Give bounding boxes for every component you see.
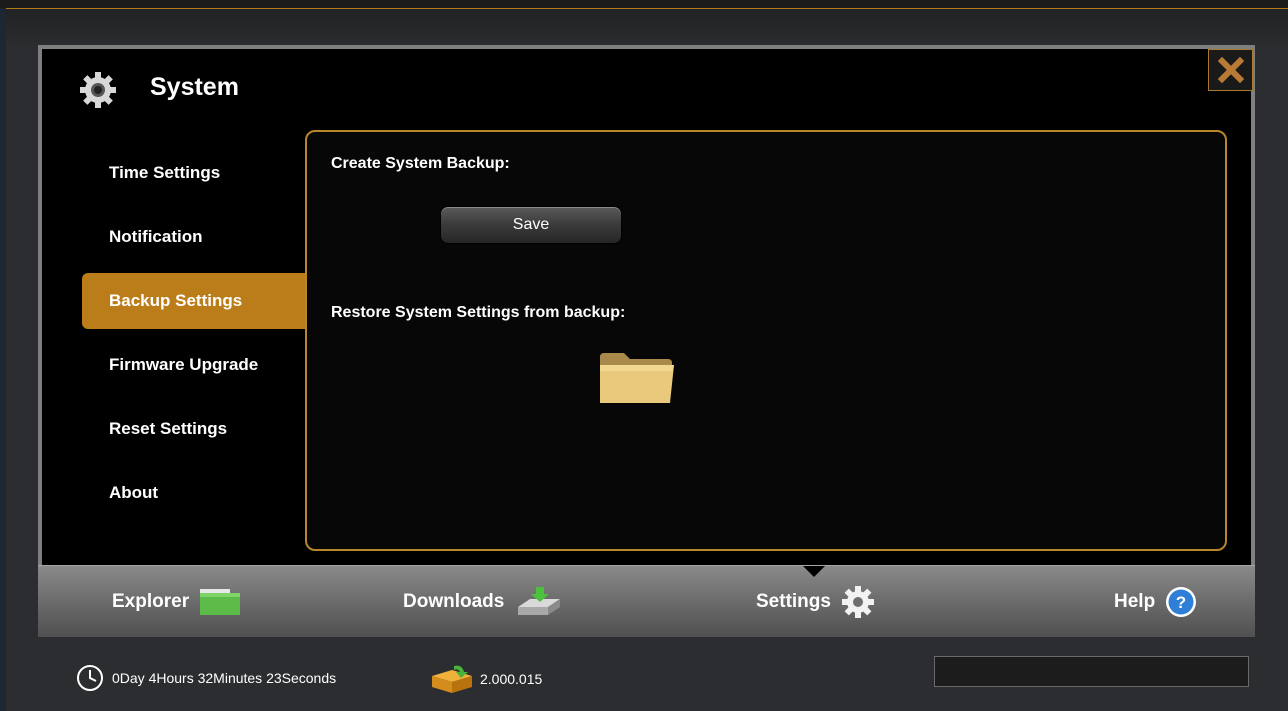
save-button[interactable]: Save	[440, 206, 622, 244]
progress-bar	[934, 656, 1249, 687]
close-button[interactable]	[1208, 49, 1253, 91]
version-text: 2.000.015	[480, 671, 543, 687]
toolbar-downloads-label: Downloads	[403, 591, 505, 612]
toolbar-explorer[interactable]: Explorer	[112, 584, 241, 620]
restore-label: Restore System Settings from backup:	[331, 304, 626, 321]
sidebar-item-about[interactable]: About	[82, 465, 306, 521]
gear-icon	[841, 586, 874, 618]
toolbar-settings-label: Settings	[756, 591, 831, 612]
folder-green-icon	[200, 589, 241, 615]
backup-panel	[305, 130, 1227, 551]
download-drive-icon	[518, 587, 561, 615]
left-edge	[0, 8, 6, 711]
sidebar-item-firmware-upgrade[interactable]: Firmware Upgrade	[82, 337, 306, 393]
toolbar-help-label: Help	[1114, 591, 1156, 612]
create-backup-label: Create System Backup:	[331, 155, 510, 172]
toolbar-settings[interactable]: Settings	[756, 584, 875, 620]
toolbar-help[interactable]: Help ?	[1114, 584, 1197, 620]
close-icon	[1217, 57, 1244, 83]
sidebar-item-notification[interactable]: Notification	[82, 209, 306, 265]
version-display: 2.000.015	[428, 664, 542, 694]
sidebar-item-time-settings[interactable]: Time Settings	[82, 145, 306, 201]
background	[6, 9, 1288, 49]
top-border	[0, 0, 1288, 9]
help-icon: ?	[1166, 587, 1197, 617]
firmware-box-icon	[432, 665, 472, 693]
active-tab-indicator	[803, 566, 825, 577]
toolbar-downloads[interactable]: Downloads	[403, 584, 564, 620]
sidebar-item-reset-settings[interactable]: Reset Settings	[82, 401, 306, 457]
uptime-display: 0Day 4Hours 32Minutes 23Seconds	[76, 664, 336, 692]
dialog-title: System	[150, 73, 239, 101]
uptime-text: 0Day 4Hours 32Minutes 23Seconds	[112, 670, 337, 686]
svg-text:?: ?	[1176, 593, 1186, 612]
sidebar-item-backup-settings[interactable]: Backup Settings	[82, 273, 306, 329]
restore-folder-icon[interactable]	[598, 351, 676, 405]
system-gear-icon	[80, 72, 116, 108]
clock-icon	[77, 665, 103, 691]
toolbar-explorer-label: Explorer	[112, 591, 190, 612]
